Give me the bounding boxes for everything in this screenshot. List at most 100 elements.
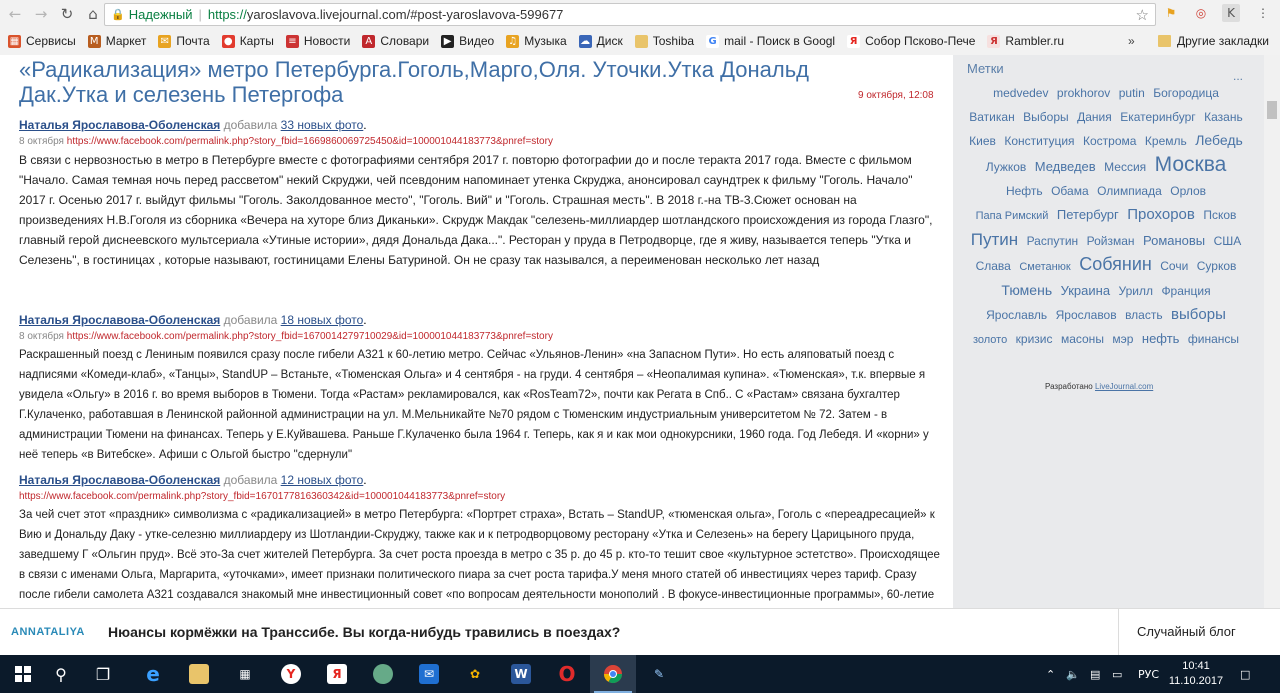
tag-link[interactable]: мэр — [1112, 332, 1133, 346]
tag-link[interactable]: Тюмень — [1001, 282, 1052, 298]
tag-link[interactable]: Медведев — [1035, 159, 1096, 174]
tag-link[interactable]: Казань — [1204, 110, 1243, 124]
facebook-link[interactable]: https://www.facebook.com/permalink.php?s… — [67, 136, 553, 147]
task-view-icon[interactable]: ❐ — [80, 655, 126, 693]
extension-icon[interactable]: ◎ — [1192, 4, 1210, 22]
tag-link[interactable]: Петербург — [1057, 207, 1119, 222]
bookmark-star-icon[interactable]: ☆ — [1136, 6, 1149, 24]
tag-link[interactable]: Обама — [1051, 184, 1089, 198]
facebook-link[interactable]: https://www.facebook.com/permalink.php?s… — [67, 331, 553, 342]
tag-link[interactable]: Украина — [1061, 283, 1111, 298]
author-link[interactable]: Наталья Ярославова-Оболенская — [19, 118, 220, 132]
tag-link[interactable]: Екатеринбург — [1120, 110, 1196, 124]
tag-link[interactable]: Франция — [1161, 284, 1210, 298]
tag-link[interactable]: Ярославов — [1056, 308, 1117, 322]
tag-link[interactable]: Олимпиада — [1097, 184, 1162, 198]
tray-chevron-icon[interactable]: ⌃ — [1046, 655, 1055, 693]
tag-link[interactable]: Богородица — [1153, 86, 1219, 100]
bookmark-item[interactable]: Gmail - Поиск в Googl — [706, 34, 835, 48]
tag-link[interactable]: выборы — [1171, 306, 1226, 323]
tag-link[interactable]: Ватикан — [969, 110, 1014, 124]
tag-link[interactable]: Лебедь — [1195, 132, 1243, 148]
forward-button[interactable]: → — [30, 3, 52, 25]
tag-link[interactable]: Папа Римский — [976, 210, 1049, 222]
chrome-icon[interactable] — [590, 655, 636, 693]
banner-headline[interactable]: Нюансы кормёжки на Транссибе. Вы когда-н… — [108, 624, 620, 640]
bookmark-item[interactable]: A Словари — [362, 34, 429, 48]
tag-link[interactable]: Дания — [1077, 110, 1112, 124]
author-link[interactable]: Наталья Ярославова-Оболенская — [19, 473, 220, 487]
yandex-icon[interactable]: Я — [314, 655, 360, 693]
tag-link[interactable]: prokhorov — [1057, 86, 1110, 100]
paint-icon[interactable]: ✎ — [636, 655, 682, 693]
tag-link[interactable]: Нефть — [1006, 184, 1043, 198]
bookmark-flag-icon[interactable]: ⚑ — [1162, 4, 1180, 22]
tag-link[interactable]: Лужков — [986, 160, 1027, 174]
bookmark-item[interactable]: ● Карты — [221, 34, 274, 48]
tag-link[interactable]: Псков — [1203, 208, 1236, 222]
file-explorer-icon[interactable] — [176, 655, 222, 693]
random-blog-button[interactable]: Случайный блог — [1118, 609, 1280, 656]
yandex-browser-icon[interactable]: Y — [268, 655, 314, 693]
bookmark-item[interactable]: ♫ Музыка — [506, 34, 567, 48]
opera-icon[interactable]: O — [544, 655, 590, 693]
tag-link[interactable]: Ярославль — [986, 308, 1047, 322]
tag-link[interactable]: Мессия — [1104, 160, 1146, 174]
tag-link[interactable]: США — [1214, 234, 1242, 248]
tag-link[interactable]: Конституция — [1004, 134, 1074, 148]
notifications-icon[interactable]: □ — [1240, 655, 1250, 693]
back-button[interactable]: ← — [4, 3, 26, 25]
bookmark-item[interactable]: ☁ Диск — [578, 34, 623, 48]
tag-link[interactable]: Киев — [969, 134, 996, 148]
tag-link[interactable]: Прохоров — [1127, 206, 1195, 223]
bookmark-item[interactable]: M Маркет — [87, 34, 146, 48]
tag-link[interactable]: Путин — [971, 230, 1018, 249]
network-icon[interactable]: ▤ — [1090, 655, 1100, 693]
address-bar[interactable]: 🔒 Надежный | https://yaroslavova.livejou… — [104, 3, 1156, 26]
bookmarks-overflow-button[interactable]: » — [1128, 30, 1135, 52]
extension-k-icon[interactable]: K — [1222, 4, 1240, 22]
bookmark-item[interactable]: Я Rambler.ru — [987, 34, 1064, 48]
tag-link[interactable]: medvedev — [993, 86, 1048, 100]
author-link[interactable]: Наталья Ярославова-Оболенская — [19, 313, 220, 327]
bookmark-item[interactable]: ▦ Сервисы — [8, 34, 76, 48]
app-circle-icon[interactable] — [360, 655, 406, 693]
reload-button[interactable]: ↻ — [56, 3, 78, 25]
tag-link[interactable]: Кремль — [1145, 134, 1187, 148]
word-icon[interactable]: W — [498, 655, 544, 693]
scrollbar-thumb[interactable] — [1267, 101, 1277, 119]
home-button[interactable]: ⌂ — [82, 3, 104, 25]
facebook-link[interactable]: https://www.facebook.com/permalink.php?s… — [19, 491, 505, 502]
bookmark-item[interactable]: ✉ Почта — [158, 34, 210, 48]
photos-link[interactable]: 18 новых фото — [281, 313, 364, 327]
language-indicator[interactable]: РУС — [1138, 655, 1159, 693]
tag-link[interactable]: Романовы — [1143, 233, 1205, 248]
menu-icon[interactable]: ⋮ — [1254, 4, 1272, 22]
page-scrollbar[interactable] — [1264, 55, 1280, 608]
tag-link[interactable]: золото — [973, 334, 1007, 346]
tag-link[interactable]: финансы — [1188, 332, 1239, 346]
tag-link[interactable]: Выборы — [1023, 110, 1068, 124]
tag-link[interactable]: нефть — [1142, 331, 1180, 346]
bookmark-item[interactable]: ≡ Новости — [285, 34, 350, 48]
edge-icon[interactable]: e — [130, 655, 176, 693]
tag-link[interactable]: Сурков — [1197, 259, 1237, 273]
tag-link[interactable]: Москва — [1155, 153, 1227, 176]
tag-link[interactable]: кризис — [1016, 332, 1053, 346]
other-bookmarks-folder[interactable]: Другие закладки — [1158, 30, 1269, 52]
bookmark-item[interactable]: ▶ Видео — [441, 34, 494, 48]
volume-icon[interactable]: 🔈 — [1066, 655, 1080, 693]
tag-link[interactable]: Орлов — [1170, 184, 1206, 198]
tag-link[interactable]: Слава — [976, 259, 1011, 273]
livejournal-link[interactable]: LiveJournal.com — [1095, 382, 1153, 391]
photos-link[interactable]: 33 новых фото — [281, 118, 364, 132]
tag-link[interactable]: Урилл — [1119, 284, 1153, 298]
tag-link[interactable]: Сметанюк — [1019, 261, 1070, 273]
bookmark-item[interactable]: Toshiba — [634, 34, 694, 48]
tag-link[interactable]: Кострома — [1083, 134, 1136, 148]
photos-link[interactable]: 12 новых фото — [281, 473, 364, 487]
clock[interactable]: 10:41 11.10.2017 — [1168, 659, 1224, 689]
tag-link[interactable]: Сочи — [1160, 259, 1188, 273]
outlook-icon[interactable]: ✉ — [406, 655, 452, 693]
tag-link[interactable]: Распутин — [1027, 234, 1079, 248]
